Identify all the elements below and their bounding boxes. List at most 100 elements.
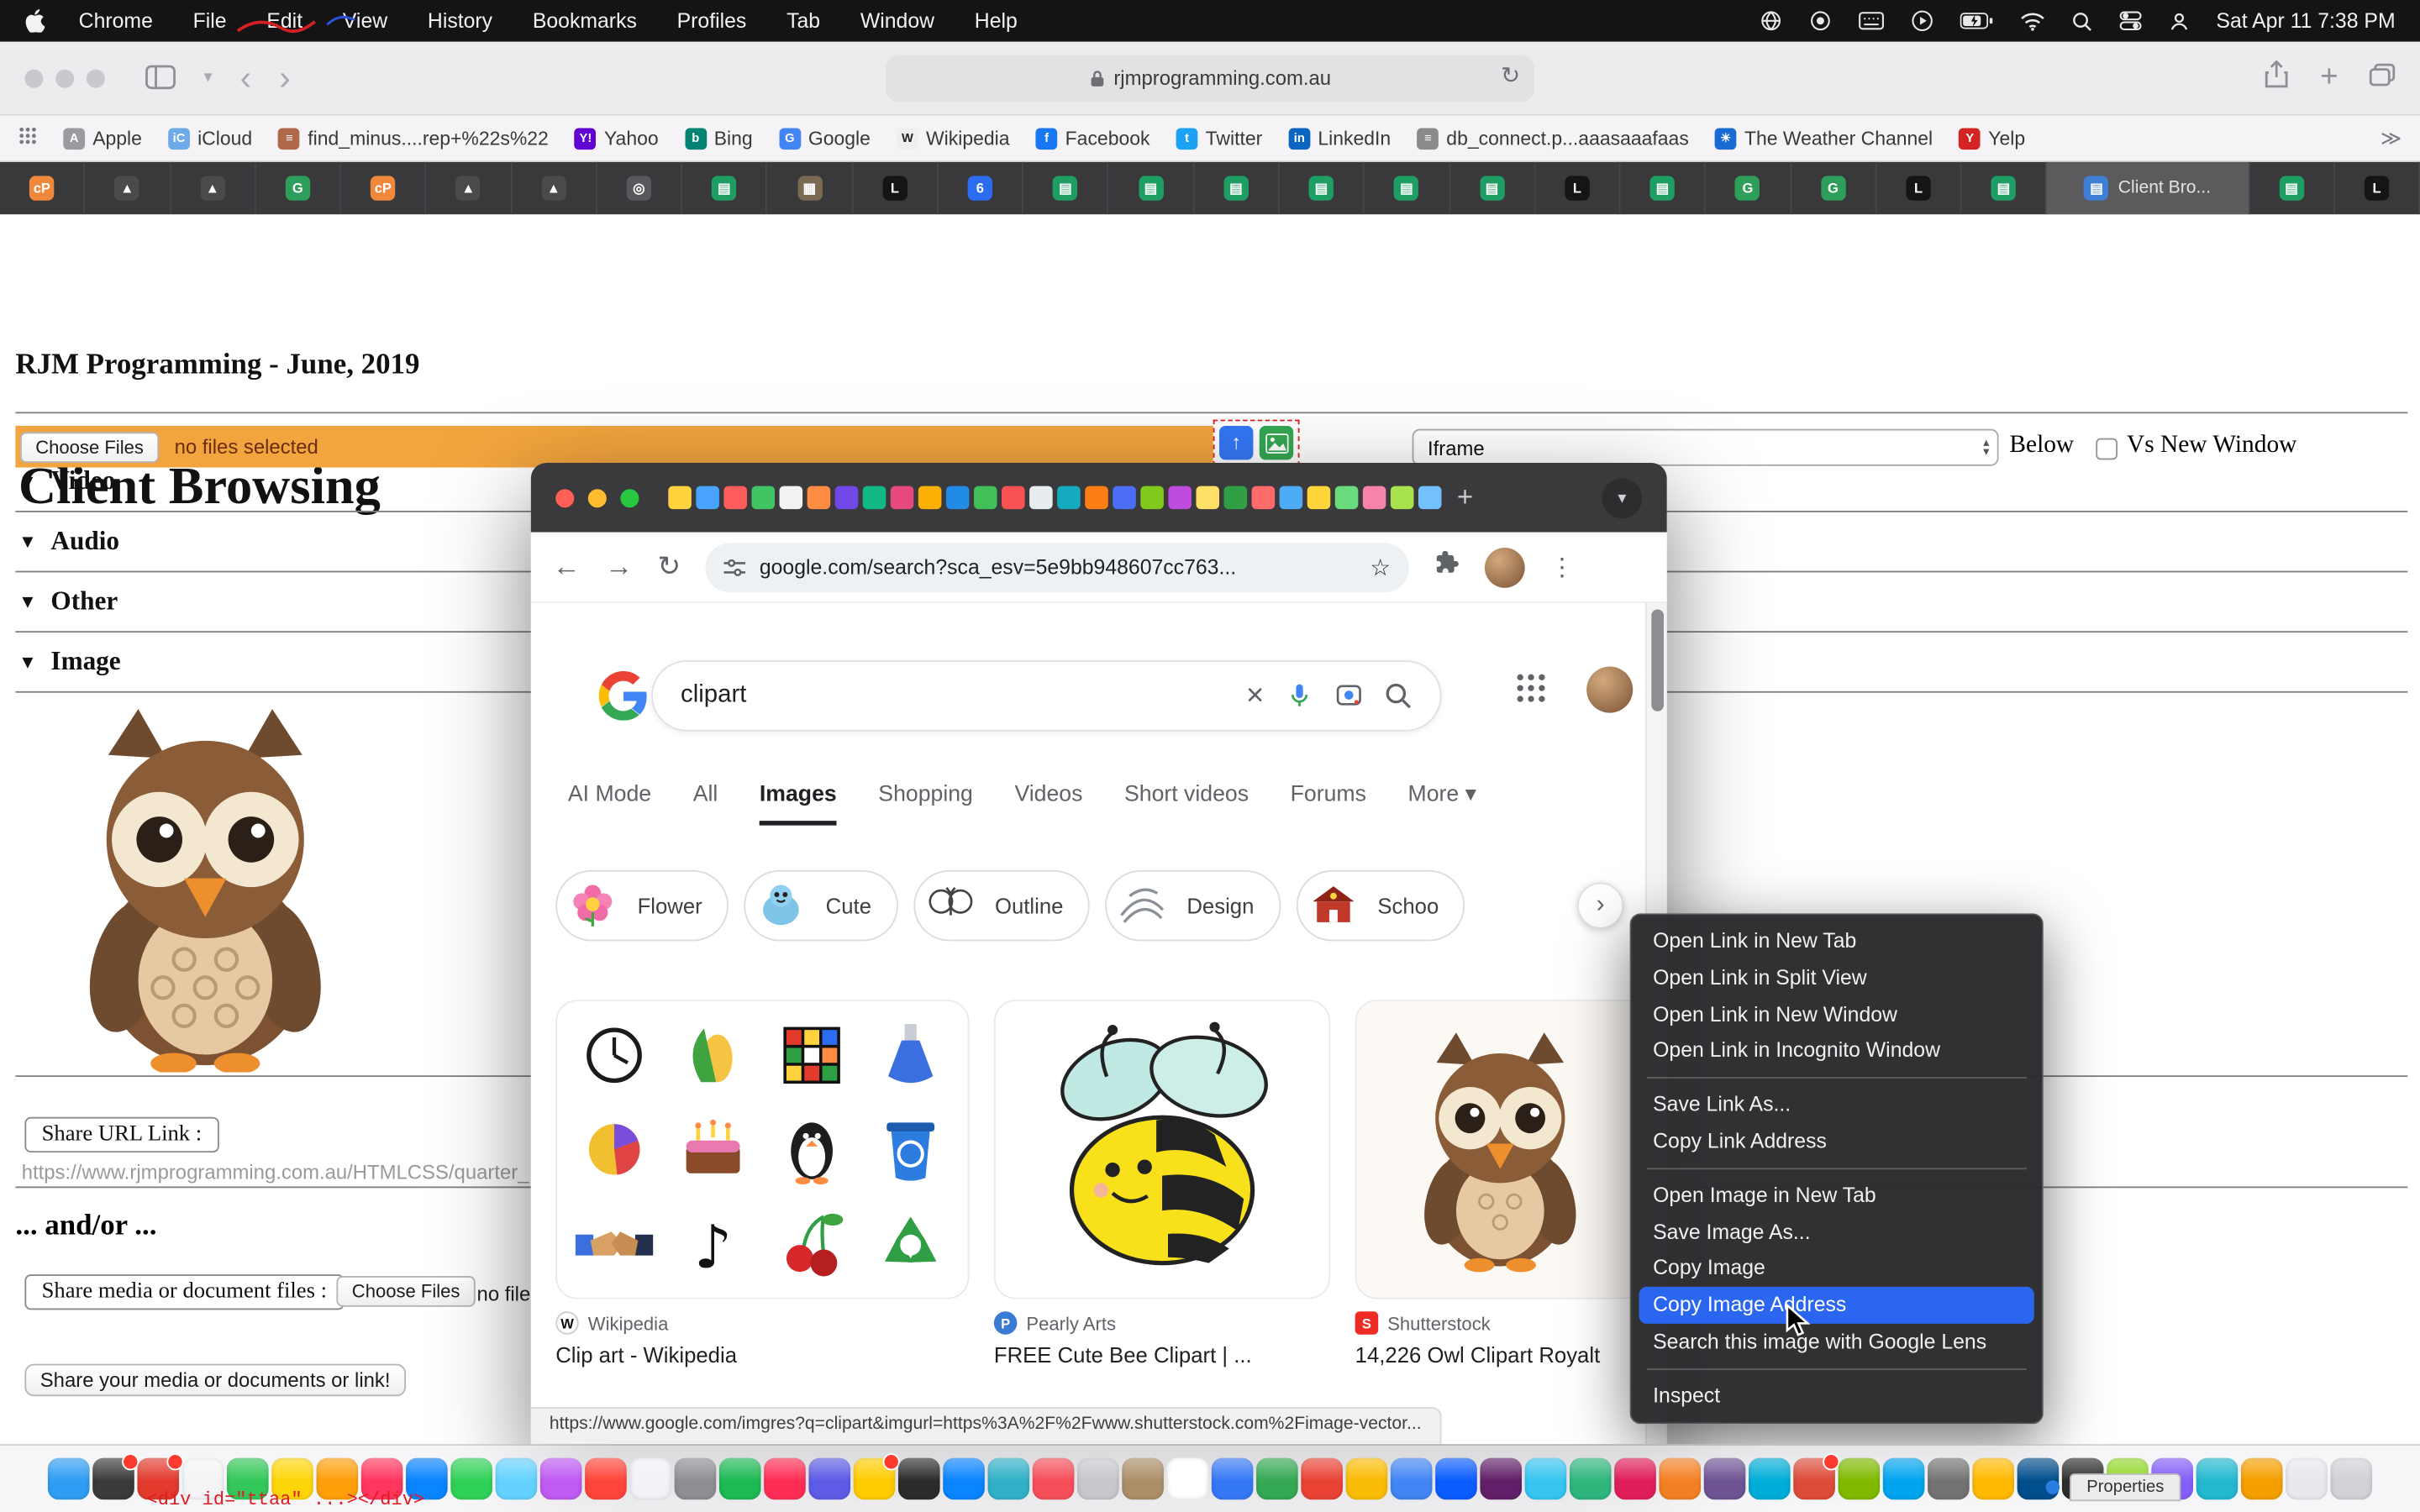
- dock-app-icon[interactable]: [1256, 1458, 1298, 1500]
- safari-tab[interactable]: ▤: [1280, 162, 1365, 214]
- dock-app-icon[interactable]: [1480, 1458, 1522, 1500]
- tabgroup-chevron-icon[interactable]: ▾: [203, 70, 212, 87]
- user-switch-icon[interactable]: [2168, 10, 2190, 32]
- dock-app-icon[interactable]: [540, 1458, 582, 1500]
- dock-app-icon[interactable]: [1435, 1458, 1477, 1500]
- safari-tab[interactable]: G: [1706, 162, 1791, 214]
- scrollbar-thumb[interactable]: [1651, 610, 1664, 711]
- menu-item[interactable]: Tab: [786, 9, 820, 33]
- bookmarks-overflow-icon[interactable]: ≫: [2381, 126, 2402, 150]
- bookmark-item[interactable]: in LinkedIn: [1288, 128, 1391, 150]
- tab-overview-icon[interactable]: [2369, 62, 2395, 93]
- close-window-button[interactable]: [24, 69, 43, 87]
- dock-app-icon[interactable]: [1749, 1458, 1791, 1500]
- extensions-icon[interactable]: [1434, 550, 1460, 584]
- dock-app-icon[interactable]: [1704, 1458, 1746, 1500]
- safari-tab[interactable]: ▤: [1450, 162, 1536, 214]
- share-url-link-button[interactable]: Share URL Link :: [24, 1117, 218, 1152]
- dock-app-icon[interactable]: [988, 1458, 1030, 1500]
- emoji-drop-target[interactable]: ↑: [1213, 420, 1300, 466]
- context-menu-item[interactable]: Open Link in Incognito Window: [1631, 1032, 2042, 1069]
- chrome-titlebar[interactable]: + ▾: [531, 463, 1667, 533]
- dock-app-icon[interactable]: [1346, 1458, 1388, 1500]
- play-icon[interactable]: [1911, 9, 1934, 33]
- chrome-tab[interactable]: [1280, 486, 1303, 510]
- chrome-tab[interactable]: [974, 486, 997, 510]
- context-menu-item[interactable]: Open Link in New Tab: [1631, 922, 2042, 959]
- chrome-tab[interactable]: [918, 486, 942, 510]
- tab-more[interactable]: More ▾: [1408, 782, 1476, 825]
- bookmarks-grid-icon[interactable]: [18, 127, 37, 150]
- dock-app-icon[interactable]: [1928, 1458, 1970, 1500]
- chrome-tab[interactable]: [751, 486, 775, 510]
- tab-all[interactable]: All: [693, 782, 718, 825]
- dock-app-icon[interactable]: [1033, 1458, 1075, 1500]
- safari-tab[interactable]: cP: [341, 162, 427, 214]
- safari-tab[interactable]: ▤: [1194, 162, 1280, 214]
- section-image[interactable]: ▼ Image: [18, 647, 121, 678]
- menu-item[interactable]: Profiles: [677, 9, 747, 33]
- chip-outline[interactable]: Outline: [913, 870, 1090, 941]
- context-menu-item[interactable]: Copy Image: [1631, 1250, 2042, 1287]
- chip-design[interactable]: Design: [1105, 870, 1281, 941]
- choose-files-button[interactable]: Choose Files: [20, 431, 159, 462]
- dock-app-icon[interactable]: [1212, 1458, 1254, 1500]
- bookmark-item[interactable]: iC iCloud: [168, 128, 252, 150]
- context-menu-item[interactable]: Copy Link Address: [1631, 1123, 2042, 1160]
- result-source[interactable]: P Pearly Arts: [994, 1311, 1116, 1335]
- screen-mirroring-icon[interactable]: [1809, 9, 1833, 33]
- dock-app-icon[interactable]: [854, 1458, 896, 1500]
- safari-tab[interactable]: 6: [939, 162, 1024, 214]
- bookmark-item[interactable]: ≡ find_minus....rep+%22s%22: [278, 128, 548, 150]
- chrome-tab[interactable]: [1224, 486, 1248, 510]
- dock-app-icon[interactable]: [496, 1458, 538, 1500]
- safari-tab[interactable]: ▦: [768, 162, 854, 214]
- context-menu-item[interactable]: Open Link in Split View: [1631, 959, 2042, 996]
- chrome-tab[interactable]: [696, 486, 719, 510]
- sidebar-icon[interactable]: [145, 61, 176, 95]
- dock-app-icon[interactable]: [1972, 1458, 2014, 1500]
- tab-forums[interactable]: Forums: [1291, 782, 1366, 825]
- chrome-tab[interactable]: [1363, 486, 1386, 510]
- section-audio[interactable]: ▼ Audio: [18, 526, 119, 557]
- profile-avatar[interactable]: [1586, 666, 1633, 712]
- dock-app-icon[interactable]: [1391, 1458, 1433, 1500]
- context-menu-item[interactable]: Open Image in New Tab: [1631, 1177, 2042, 1214]
- result-source[interactable]: S Shutterstock: [1355, 1311, 1491, 1335]
- zoom-window-button[interactable]: [87, 69, 105, 87]
- result-title[interactable]: 14,226 Owl Clipart Royalt: [1355, 1342, 1641, 1367]
- reload-icon[interactable]: ↻: [1501, 61, 1520, 89]
- apple-menu-icon[interactable]: [24, 9, 45, 33]
- result-source[interactable]: W Wikipedia: [555, 1311, 668, 1335]
- dock-app-icon[interactable]: [1614, 1458, 1656, 1500]
- search-icon[interactable]: [1385, 682, 1413, 710]
- chips-scroll-right-icon[interactable]: ›: [1577, 883, 1623, 929]
- chrome-tab[interactable]: [891, 486, 914, 510]
- google-apps-icon[interactable]: [1516, 673, 1547, 711]
- share-submit-button[interactable]: Share your media or documents or link!: [24, 1364, 405, 1397]
- dock-app-icon[interactable]: [1839, 1458, 1881, 1500]
- chip-cute[interactable]: Cute: [744, 870, 897, 941]
- dock-app-icon[interactable]: [1301, 1458, 1343, 1500]
- back-button[interactable]: ‹: [240, 61, 251, 95]
- dock-app-icon[interactable]: [719, 1458, 761, 1500]
- chrome-tab[interactable]: [1418, 486, 1442, 510]
- menu-item[interactable]: Chrome: [79, 9, 153, 33]
- dock-app-icon[interactable]: [92, 1458, 134, 1500]
- dock-app-icon[interactable]: [1122, 1458, 1164, 1500]
- safari-tab[interactable]: ▤: [1109, 162, 1195, 214]
- keyboard-icon[interactable]: [1858, 11, 1884, 31]
- context-menu-item[interactable]: Save Image As...: [1631, 1214, 2042, 1251]
- bookmark-item[interactable]: W Wikipedia: [897, 128, 1009, 150]
- voice-search-icon[interactable]: [1286, 682, 1313, 710]
- reload-button[interactable]: ↻: [657, 551, 681, 584]
- context-menu-item[interactable]: Inspect: [1631, 1378, 2042, 1415]
- bookmark-item[interactable]: G Google: [779, 128, 871, 150]
- menu-item[interactable]: Help: [975, 9, 1018, 33]
- choose-files-button-2[interactable]: Choose Files: [336, 1276, 475, 1307]
- chrome-tab[interactable]: [723, 486, 747, 510]
- dock-app-icon[interactable]: [1077, 1458, 1119, 1500]
- control-center-icon[interactable]: [2119, 11, 2143, 31]
- dock-app-icon[interactable]: [1793, 1458, 1835, 1500]
- chrome-tab[interactable]: [1168, 486, 1192, 510]
